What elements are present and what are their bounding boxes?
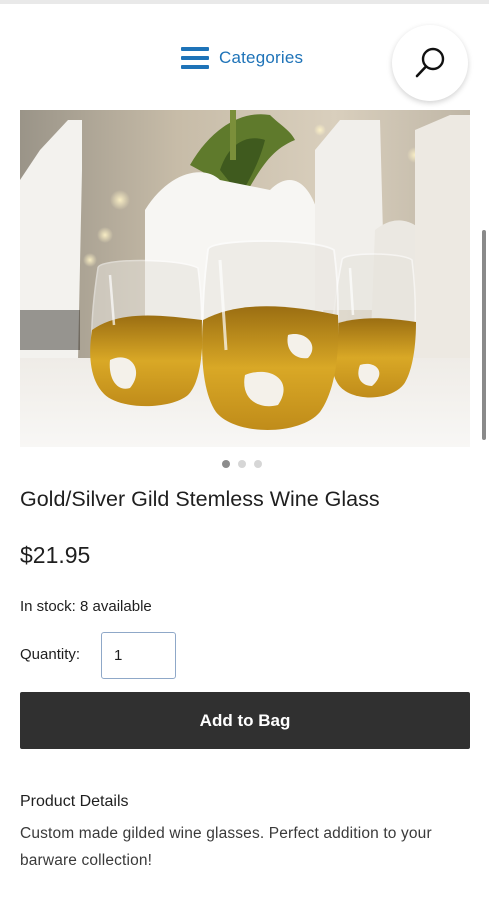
categories-menu-button[interactable]: Categories [181,44,303,72]
carousel-dot-1[interactable] [222,460,230,468]
product-image[interactable] [20,110,470,447]
product-title: Gold/Silver Gild Stemless Wine Glass [20,487,380,511]
scrollbar[interactable] [482,230,486,440]
carousel-dot-3[interactable] [254,460,262,468]
carousel-dot-2[interactable] [238,460,246,468]
product-details-heading: Product Details [20,793,129,810]
search-button[interactable] [392,25,468,101]
hamburger-icon [181,47,209,69]
product-details-text: Custom made gilded wine glasses. Perfect… [20,825,432,869]
carousel-indicator [222,460,262,468]
quantity-label: Quantity: [20,646,81,663]
search-icon [415,47,445,78]
categories-label: Categories [219,48,304,67]
header: Categories [0,4,489,104]
quantity-input[interactable] [101,632,176,679]
add-to-bag-button[interactable]: Add to Bag [20,692,470,749]
stock-status: In stock: 8 available [20,598,152,615]
product-price: $21.95 [20,542,91,568]
